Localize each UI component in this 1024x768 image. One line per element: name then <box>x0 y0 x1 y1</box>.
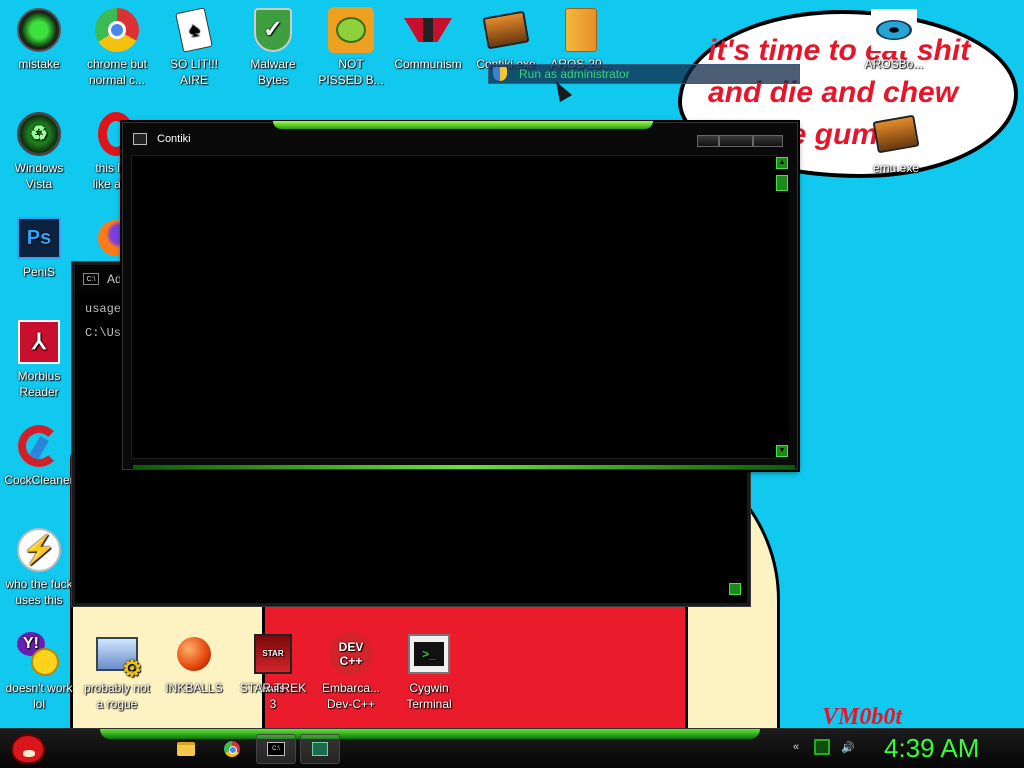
taskbar-contiki[interactable] <box>300 734 340 764</box>
close-button[interactable] <box>753 135 783 147</box>
start-button[interactable] <box>6 729 50 768</box>
desktop-icon-pdf-reader[interactable]: ⅄ Morbius Reader <box>0 318 79 400</box>
window-controls <box>697 135 783 147</box>
scroll-thumb[interactable] <box>776 175 788 191</box>
terminal-app-icon <box>482 6 530 54</box>
folder-icon <box>177 742 195 756</box>
desktop-icon-angry-pig[interactable]: NOT PISSED B... <box>311 6 391 88</box>
desktop-icon-winamp[interactable]: ⚡ who the fuck uses this <box>0 526 79 608</box>
desktop-icon-photoshop[interactable]: Ps PeniS <box>0 214 79 280</box>
contiki-console[interactable] <box>131 155 777 459</box>
inkball-icon <box>170 630 218 678</box>
wallpaper-signature: VM0b0t <box>822 704 903 728</box>
run-as-admin-label: Run as administrator <box>519 67 630 81</box>
desktop-icon-recycle-bin[interactable]: ♻ Windows Vista <box>0 110 79 192</box>
contiki-title: Contiki <box>157 133 191 145</box>
cygwin-icon: >_ <box>405 630 453 678</box>
desktop-icon-communism[interactable]: Communism <box>388 6 468 72</box>
ccleaner-icon <box>15 422 63 470</box>
cmd-icon: C:\ <box>83 273 99 285</box>
contiki-window[interactable]: Contiki ▲ ▼ <box>122 121 798 470</box>
window-bottom-border <box>133 465 795 469</box>
yahoo-messenger-icon: Y! <box>15 630 63 678</box>
taskbar-chrome[interactable] <box>212 734 252 764</box>
shield-check-icon: ✓ <box>249 6 297 54</box>
desktop-icon-cygwin[interactable]: >_ Cygwin Terminal <box>389 630 469 712</box>
app-icon <box>312 742 328 756</box>
desktop-icon-arosboot[interactable]: AROSBo... <box>854 6 934 72</box>
desktop-icon-inkball[interactable]: INKBALLS <box>154 630 234 696</box>
run-as-admin-item[interactable]: Run as administrator <box>488 64 800 84</box>
chrome-icon <box>224 741 240 757</box>
scroll-down-button[interactable]: ▼ <box>776 445 788 457</box>
desktop-icon-malwarebytes[interactable]: ✓ Malware Bytes <box>233 6 313 88</box>
window-app-icon <box>133 133 147 145</box>
scroll-down-button[interactable] <box>729 583 741 595</box>
contiki-titlebar[interactable]: Contiki <box>123 123 797 155</box>
angry-bird-icon <box>11 734 45 764</box>
terminal-app-icon <box>872 110 920 158</box>
desktop-icon-chrome[interactable]: chrome but normal c... <box>77 6 157 88</box>
taskbar-cmd[interactable]: C:\ <box>256 734 296 764</box>
photoshop-icon: Ps <box>15 214 63 262</box>
solitaire-icon: ♠ <box>170 6 218 54</box>
archive-icon <box>557 6 605 54</box>
angry-pig-icon <box>327 6 375 54</box>
desktop: it's time to eat shit and die and chew b… <box>0 0 1024 728</box>
winamp-icon: ⚡ <box>15 526 63 574</box>
cmd-title: Ad <box>107 272 122 286</box>
pdf-reader-icon: ⅄ <box>15 318 63 366</box>
desktop-icon-contiki[interactable]: Contiki.exe <box>466 6 546 72</box>
green-orb-icon <box>15 6 63 54</box>
desktop-icon-emu[interactable]: emu.exe <box>856 110 936 176</box>
eagle-emblem-icon <box>404 6 452 54</box>
star-wars-icon: STAR WARS <box>249 630 297 694</box>
gear-computer-icon: ⚙ <box>93 630 142 680</box>
desktop-icon-star-trek[interactable]: STAR WARS STAR TREK 3 <box>233 630 313 712</box>
desktop-icon-dev-cpp[interactable]: DEV C++ Embarca... Dev-C++ <box>311 630 391 712</box>
system-tray: « 🔊 <box>788 739 866 755</box>
taskbar: C:\ « 🔊 4:39 AM <box>0 728 1024 768</box>
volume-icon[interactable]: 🔊 <box>840 739 856 755</box>
chrome-icon <box>93 6 141 54</box>
tray-expand-icon[interactable]: « <box>788 739 804 755</box>
recycle-bin-icon: ♻ <box>15 110 63 158</box>
cat-eye-icon <box>870 6 918 54</box>
minimize-button[interactable] <box>697 135 719 147</box>
desktop-icon-aros[interactable]: AROS-20... <box>541 6 621 72</box>
desktop-icon-solitaire[interactable]: ♠ SO LIT!!! AIRE <box>154 6 234 88</box>
scroll-up-button[interactable]: ▲ <box>776 157 788 169</box>
desktop-icon-yahoo-messenger[interactable]: Y! doesn't work lol <box>0 630 79 712</box>
vertical-scrollbar[interactable]: ▲ ▼ <box>775 157 789 457</box>
uac-shield-icon <box>493 67 507 81</box>
clock[interactable]: 4:39 AM <box>884 733 979 764</box>
desktop-icon-ccleaner[interactable]: CockCleaner <box>0 422 79 488</box>
network-icon[interactable] <box>814 739 830 755</box>
desktop-icon-mistake[interactable]: mistake <box>0 6 79 72</box>
taskbar-explorer[interactable] <box>166 734 206 764</box>
dev-cpp-icon: DEV C++ <box>327 630 375 678</box>
maximize-button[interactable] <box>719 135 753 147</box>
cmd-icon: C:\ <box>267 742 285 756</box>
desktop-icon-rogue[interactable]: ⚙ probably not a rogue <box>77 630 157 712</box>
